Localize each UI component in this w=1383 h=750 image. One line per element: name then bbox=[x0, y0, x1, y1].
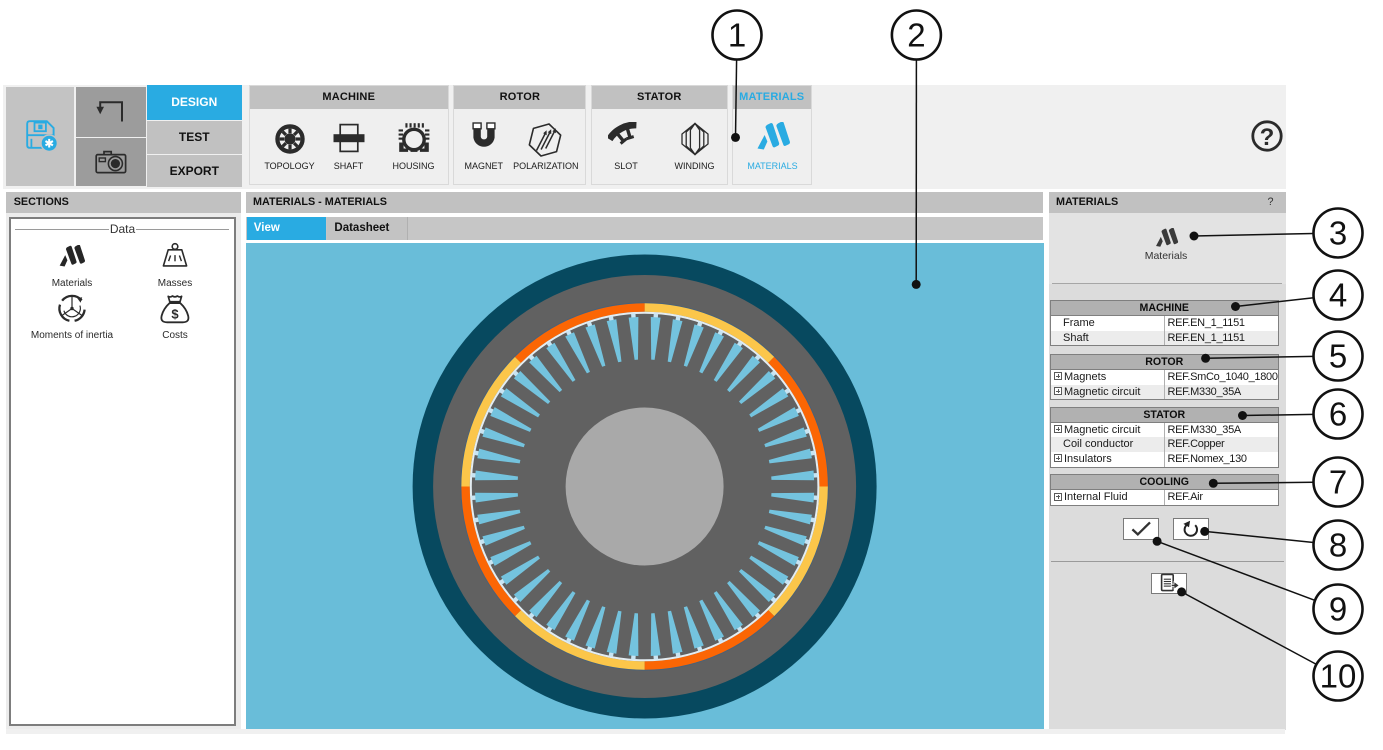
svg-text:3: 3 bbox=[1329, 215, 1347, 252]
svg-text:4: 4 bbox=[1329, 277, 1347, 314]
svg-text:1: 1 bbox=[728, 17, 746, 54]
svg-text:6: 6 bbox=[1329, 396, 1347, 433]
svg-text:7: 7 bbox=[1329, 464, 1347, 501]
svg-text:5: 5 bbox=[1329, 338, 1347, 375]
svg-text:2: 2 bbox=[907, 17, 925, 54]
svg-text:10: 10 bbox=[1320, 658, 1357, 695]
svg-text:8: 8 bbox=[1329, 527, 1347, 564]
svg-text:9: 9 bbox=[1329, 591, 1347, 628]
